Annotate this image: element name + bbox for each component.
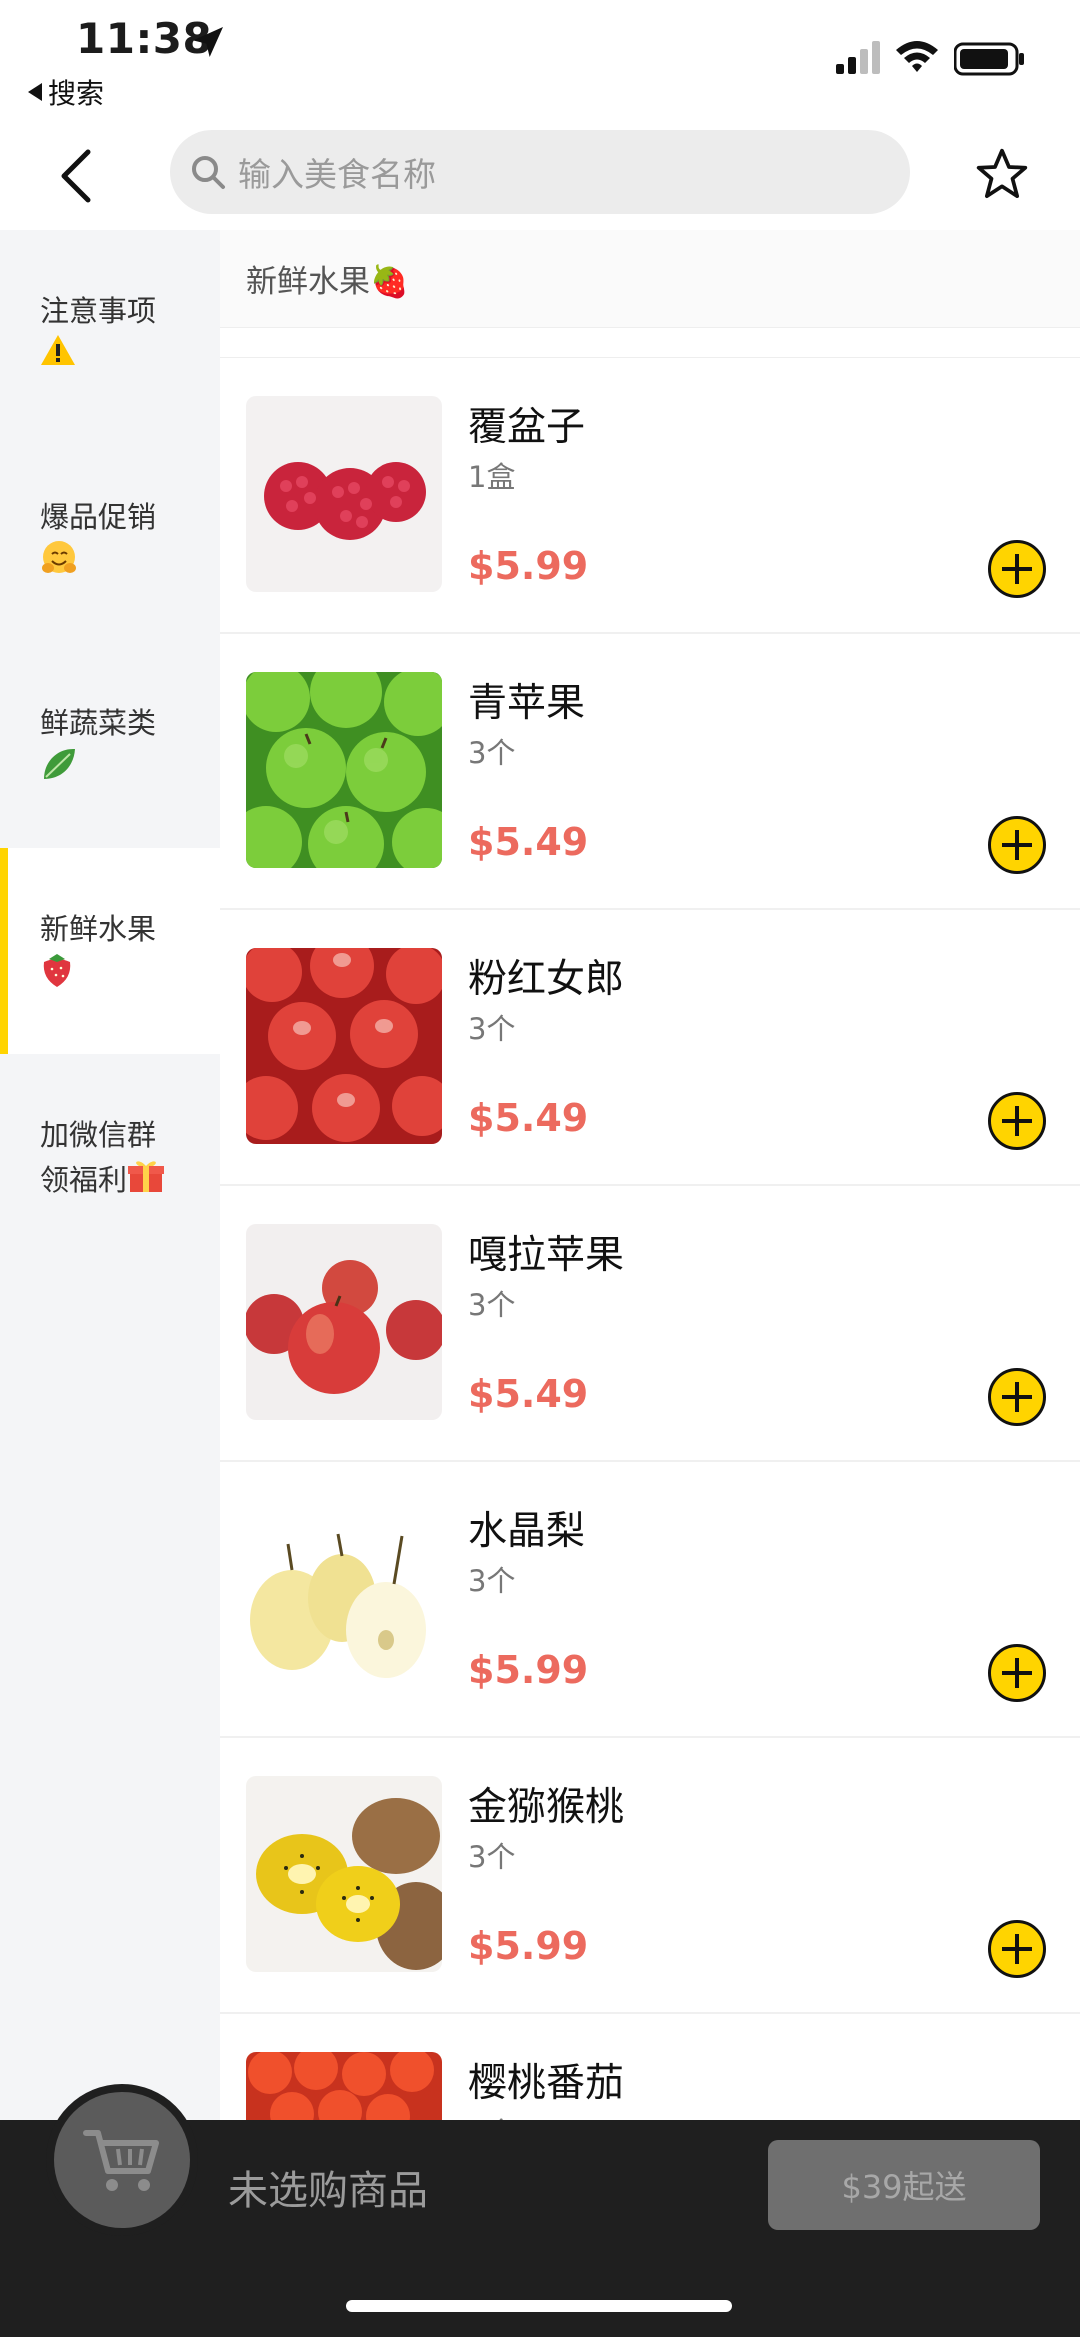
product-name: 粉红女郎: [468, 957, 625, 1002]
product-unit: 3个: [468, 1288, 516, 1322]
product-unit: 1盒: [468, 2110, 515, 2120]
product-price: $5.49: [468, 1372, 589, 1416]
product-name: 樱桃番茄: [468, 2061, 625, 2106]
category-label: 爆品促销: [40, 500, 157, 534]
back-triangle-icon: [28, 83, 42, 101]
product-unit: 3个: [468, 1012, 516, 1046]
strawberry-icon: [40, 952, 74, 992]
hugging-face-icon: [40, 540, 78, 580]
wifi-icon: [896, 41, 938, 72]
product-image-cherry-tomato: [246, 2052, 442, 2120]
product-name: 覆盆子: [468, 405, 586, 450]
product-price: $5.99: [468, 1648, 589, 1692]
category-sidebar: 注意事项 爆品促销 鲜蔬菜类 新鲜水果 加微信群 领福利: [0, 230, 220, 2120]
category-item-wechat-group[interactable]: 加微信群 领福利: [0, 1054, 220, 1260]
category-item-promotion[interactable]: 爆品促销: [0, 436, 220, 642]
product-image-pink-lady-apple: [246, 948, 442, 1144]
product-price: $5.99: [468, 1924, 589, 1968]
search-icon: [192, 156, 225, 189]
cart-empty-text: 未选购商品: [228, 2168, 428, 2214]
product-row[interactable]: 金猕猴桃 3个 $5.99: [220, 1738, 1080, 2014]
category-item-vegetables[interactable]: 鲜蔬菜类: [0, 642, 220, 848]
nav-bar: 输入美食名称: [0, 120, 1080, 230]
favorite-button[interactable]: [970, 142, 1034, 206]
status-bar: 11:38 搜索: [0, 0, 1080, 120]
product-unit: 3个: [468, 1840, 516, 1874]
product-row[interactable]: 青苹果 3个 $5.49: [220, 634, 1080, 910]
cellular-signal-icon: [836, 41, 880, 74]
product-image-raspberry: [246, 396, 442, 592]
home-indicator: [346, 2300, 732, 2312]
product-row[interactable]: 覆盆子 1盒 $5.99: [220, 358, 1080, 634]
back-button[interactable]: [46, 144, 106, 208]
location-arrow-icon: [193, 27, 223, 57]
category-item-fruits[interactable]: 新鲜水果: [0, 848, 220, 1054]
back-to-app-label: 搜索: [48, 77, 105, 110]
category-label: 鲜蔬菜类: [40, 706, 157, 740]
product-image-crystal-pear: [246, 1500, 442, 1696]
add-to-cart-button[interactable]: [988, 816, 1046, 874]
category-label: 新鲜水果: [40, 912, 157, 946]
checkout-button[interactable]: $39起送: [768, 2140, 1040, 2230]
product-image-gala-apple: [246, 1224, 442, 1420]
warning-icon: [40, 334, 76, 370]
product-name: 水晶梨: [468, 1509, 586, 1554]
shopping-cart-icon: [83, 2130, 159, 2191]
search-placeholder: 输入美食名称: [238, 155, 436, 194]
product-unit: 1盒: [468, 460, 516, 494]
leafy-green-icon: [40, 746, 78, 786]
product-image-golden-kiwi: [246, 1776, 442, 1972]
product-price: $5.49: [468, 820, 589, 864]
product-unit: 3个: [468, 736, 516, 770]
product-image-green-apple: [246, 672, 442, 868]
back-to-app-link[interactable]: 搜索: [28, 72, 104, 112]
add-to-cart-button[interactable]: [988, 1368, 1046, 1426]
category-item-notice[interactable]: 注意事项: [0, 230, 220, 436]
battery-icon: [954, 42, 1024, 76]
product-row[interactable]: 樱桃番茄 1盒: [220, 2014, 1080, 2120]
product-price: $5.49: [468, 1096, 589, 1140]
cart-button[interactable]: [54, 2092, 190, 2228]
app-screen: 11:38 搜索 输入美食名称 注意事项 爆品促销 鲜蔬菜类 新鲜水果 加微信群…: [0, 0, 1080, 2337]
category-label: 注意事项: [40, 294, 157, 328]
chevron-left-icon: [61, 149, 91, 203]
star-icon: [976, 148, 1028, 199]
product-name: 嘎拉苹果: [468, 1233, 625, 1278]
product-unit: 3个: [468, 1564, 516, 1598]
product-list-panel: 新鲜水果🍓 覆盆子 1盒 $5.99 青苹果 3个 $5.49 粉红女郎 3个 …: [220, 230, 1080, 2120]
section-title: 新鲜水果🍓: [220, 230, 1080, 328]
add-to-cart-button[interactable]: [988, 1644, 1046, 1702]
gift-icon: [127, 1158, 165, 1198]
product-price: $5.99: [468, 544, 589, 588]
product-row[interactable]: 嘎拉苹果 3个 $5.49: [220, 1186, 1080, 1462]
add-to-cart-button[interactable]: [988, 540, 1046, 598]
product-name: 金猕猴桃: [468, 1785, 625, 1830]
section-divider: [220, 328, 1080, 358]
product-name: 青苹果: [468, 681, 586, 726]
product-row[interactable]: 水晶梨 3个 $5.99: [220, 1462, 1080, 1738]
search-input[interactable]: 输入美食名称: [170, 130, 910, 214]
add-to-cart-button[interactable]: [988, 1092, 1046, 1150]
add-to-cart-button[interactable]: [988, 1920, 1046, 1978]
product-row[interactable]: 粉红女郎 3个 $5.49: [220, 910, 1080, 1186]
